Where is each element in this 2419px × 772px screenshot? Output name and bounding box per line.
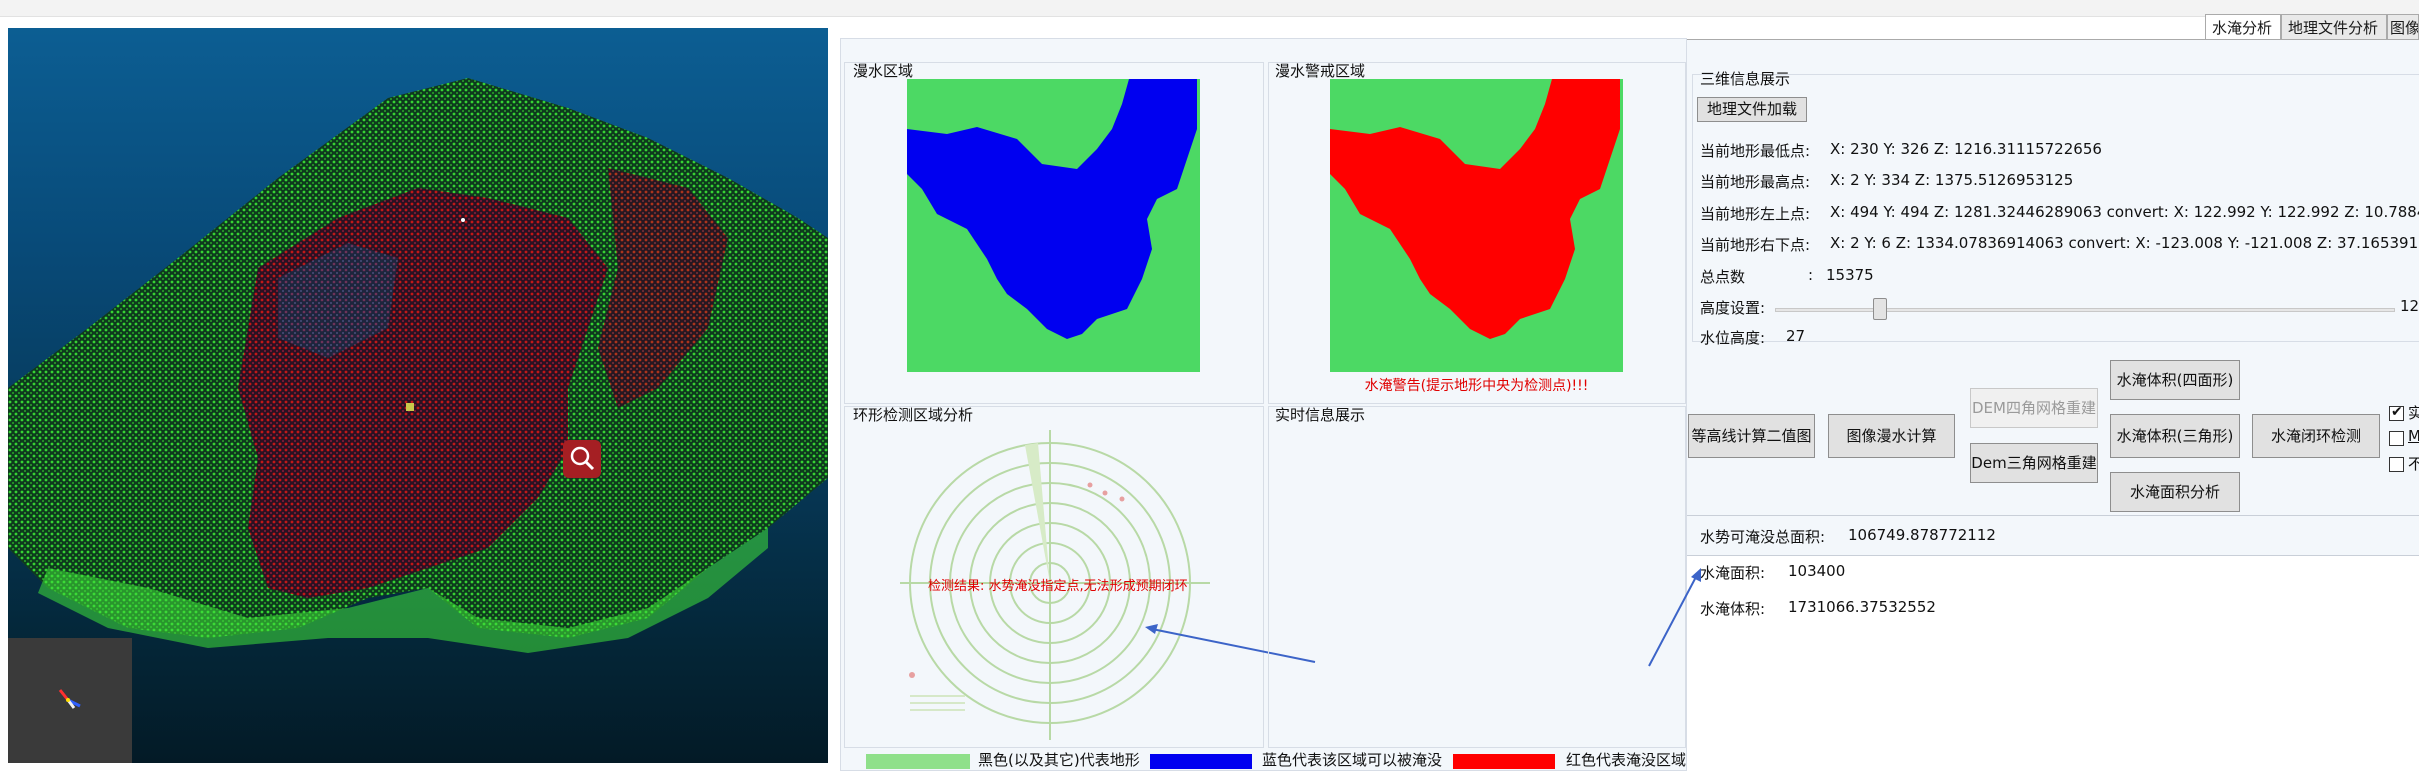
- realtime-panel: [1268, 406, 1686, 748]
- flood-warning-title: 漫水警戒区域: [1275, 62, 1366, 80]
- height-slider-max-clipped: 12: [2400, 297, 2419, 315]
- annotation-arrow-results: [1648, 568, 1701, 667]
- legend-text-flooded: 红色代表淹没区域: [1566, 751, 1687, 769]
- flood-area-analysis-button[interactable]: 水淹面积分析: [2110, 472, 2240, 512]
- highest-point-label: 当前地形最高点:: [1700, 173, 1811, 191]
- checkbox-m-label: M: [2408, 427, 2419, 445]
- checkbox-m[interactable]: [2389, 431, 2404, 446]
- tab-image[interactable]: 图像: [2387, 14, 2419, 40]
- checkbox-no[interactable]: [2389, 457, 2404, 472]
- checkbox-realtime-label: 实: [2408, 404, 2419, 422]
- top-left-point-value: X: 494 Y: 494 Z: 1281.32446289063 conver…: [1830, 203, 2419, 221]
- flood-area-value: 103400: [1788, 562, 1846, 580]
- bottom-right-point-value: X: 2 Y: 6 Z: 1334.07836914063 convert: X…: [1830, 234, 2419, 252]
- total-points-value: 15375: [1826, 266, 1874, 284]
- height-slider-thumb[interactable]: [1873, 298, 1888, 320]
- flood-volume-tri-button[interactable]: 水淹体积(三角形): [2110, 414, 2240, 458]
- flood-volume-label: 水淹体积:: [1700, 600, 1766, 618]
- legend-swatch-terrain: [866, 754, 970, 769]
- flood-warning-caption: 水淹警告(提示地形中央为检测点)!!!: [1364, 378, 1589, 394]
- tab-flood-analysis[interactable]: 水淹分析: [2205, 14, 2281, 40]
- water-level-label: 水位高度:: [1700, 329, 1766, 347]
- height-setting-label: 高度设置:: [1700, 299, 1766, 317]
- axis-triad-icon: [58, 689, 81, 709]
- tab-geo-file-analysis[interactable]: 地理文件分析: [2281, 14, 2387, 40]
- total-points-sep: :: [1808, 266, 1814, 284]
- checkbox-realtime[interactable]: [2389, 404, 2404, 421]
- legend-swatch-floodable: [1150, 754, 1252, 769]
- flood-warning-map: [1330, 79, 1623, 372]
- contour-binary-button[interactable]: 等高线计算二值图: [1688, 414, 1815, 458]
- bottom-right-point-label: 当前地形右下点:: [1700, 236, 1811, 254]
- total-points-label: 总点数: [1700, 268, 1746, 286]
- closed-loop-detect-button[interactable]: 水淹闭环检测: [2252, 414, 2380, 458]
- magnifier-icon: [570, 446, 595, 471]
- flood-volume-value: 1731066.37532552: [1788, 598, 1936, 616]
- flood-area-map: [907, 79, 1200, 372]
- dem-quad-rebuild-button[interactable]: DEM四角网格重建: [1970, 388, 2098, 428]
- checkbox-no-label: 不: [2408, 455, 2419, 473]
- legend-text-terrain: 黑色(以及其它)代表地形: [978, 751, 1140, 769]
- flood-area-title: 漫水区域: [853, 62, 914, 80]
- total-area-value: 106749.878772112: [1848, 526, 1996, 544]
- legend-text-floodable: 蓝色代表该区域可以被淹没: [1262, 751, 1443, 769]
- highest-point-value: X: 2 Y: 334 Z: 1375.5126953125: [1830, 171, 2074, 189]
- result-panel: [1687, 555, 2419, 772]
- total-area-label: 水势可淹没总面积:: [1700, 528, 1826, 546]
- ring-detect-title: 环形检测区域分析: [853, 406, 974, 424]
- height-slider-track[interactable]: [1775, 308, 2395, 312]
- dem-tri-rebuild-button[interactable]: Dem三角网格重建: [1970, 443, 2098, 483]
- lowest-point-label: 当前地形最低点:: [1700, 142, 1811, 160]
- load-geo-file-button[interactable]: 地理文件加载: [1697, 97, 1807, 122]
- flood-volume-quad-button[interactable]: 水淹体积(四面形): [2110, 360, 2240, 400]
- info-3d-title: 三维信息展示: [1700, 70, 1791, 88]
- legend-swatch-flooded: [1453, 754, 1555, 769]
- image-flood-button[interactable]: 图像漫水计算: [1828, 414, 1955, 458]
- top-left-point-label: 当前地形左上点:: [1700, 205, 1811, 223]
- realtime-title: 实时信息展示: [1275, 406, 1366, 424]
- title-strip: [0, 0, 2419, 17]
- flood-area-label: 水淹面积:: [1700, 564, 1766, 582]
- zoom-search-button[interactable]: [563, 440, 601, 478]
- water-level-value: 27: [1786, 327, 1806, 345]
- lowest-point-value: X: 230 Y: 326 Z: 1216.31115722656: [1830, 140, 2102, 158]
- orientation-axes-widget: [8, 638, 132, 763]
- ring-detect-result: 检测结果: 水势淹没指定点,无法形成预期闭环: [928, 579, 1188, 594]
